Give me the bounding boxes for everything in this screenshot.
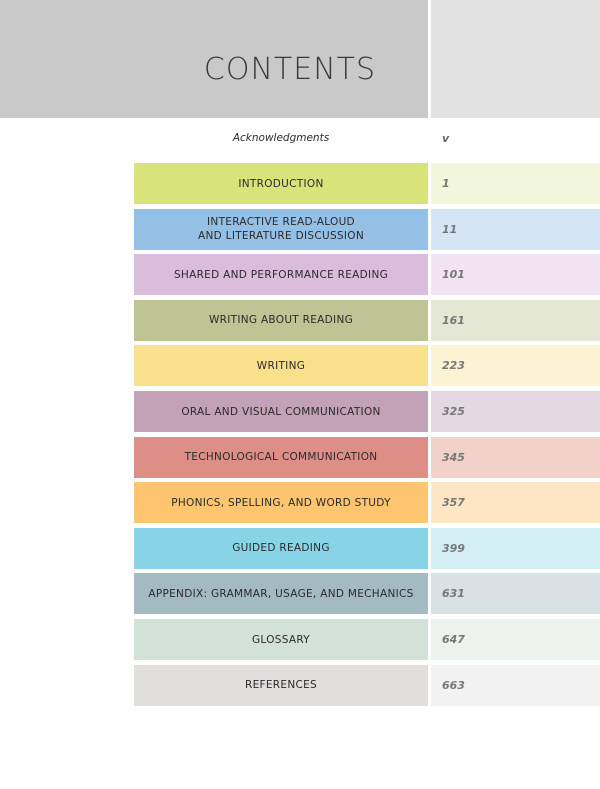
header-right-band xyxy=(431,0,600,118)
toc-entry-label[interactable]: WRITING xyxy=(134,345,428,387)
toc-entry-label[interactable]: APPENDIX: GRAMMAR, USAGE, AND MECHANICS xyxy=(134,573,428,615)
toc-entry-label[interactable]: INTERACTIVE READ-ALOUD AND LITERATURE DI… xyxy=(134,208,428,250)
toc-entry-label[interactable]: ORAL AND VISUAL COMMUNICATION xyxy=(134,391,428,432)
page-title-text: CONTENTS xyxy=(203,52,376,87)
toc-entry[interactable]: TECHNOLOGICAL COMMUNICATION 345 xyxy=(134,436,600,478)
toc-entry[interactable]: SHARED AND PERFORMANCE READING 101 xyxy=(134,254,600,296)
toc-entry-page: 663 xyxy=(431,664,600,706)
toc-entry-label[interactable]: SHARED AND PERFORMANCE READING xyxy=(134,254,428,296)
toc-entry[interactable]: APPENDIX: GRAMMAR, USAGE, AND MECHANICS 6… xyxy=(134,573,600,615)
toc-entry-page: 223 xyxy=(431,345,600,387)
toc-entry-page: 325 xyxy=(431,391,600,432)
toc-entry[interactable]: WRITING ABOUT READING 161 xyxy=(134,299,600,341)
toc-entry-page: 101 xyxy=(431,254,600,296)
toc-entry-page: 11 xyxy=(431,208,600,250)
toc-entry-label[interactable]: INTRODUCTION xyxy=(134,163,428,204)
toc-entry-label[interactable]: GLOSSARY xyxy=(134,619,428,660)
toc-entry-label[interactable]: WRITING ABOUT READING xyxy=(134,299,428,341)
toc-entry-acknowledgments[interactable]: Acknowledgments xyxy=(134,132,428,144)
toc-entry[interactable]: ORAL AND VISUAL COMMUNICATION 325 xyxy=(134,391,600,432)
toc-entry-page: 345 xyxy=(431,436,600,478)
toc-entry-page: 399 xyxy=(431,527,600,569)
toc-entry[interactable]: INTRODUCTION 1 xyxy=(134,163,600,204)
toc-entry-page: 647 xyxy=(431,619,600,660)
toc-entry[interactable]: WRITING 223 xyxy=(134,345,600,387)
toc-entry[interactable]: PHONICS, SPELLING, AND WORD STUDY 357 xyxy=(134,482,600,524)
toc-entry[interactable]: INTERACTIVE READ-ALOUD AND LITERATURE DI… xyxy=(134,208,600,250)
toc-entry-page: 631 xyxy=(431,573,600,615)
toc-entry-label[interactable]: REFERENCES xyxy=(134,664,428,706)
toc-entry-label[interactable]: GUIDED READING xyxy=(134,527,428,569)
toc-entry-label[interactable]: PHONICS, SPELLING, AND WORD STUDY xyxy=(134,482,428,524)
toc-entry-page: 161 xyxy=(431,299,600,341)
toc-entry-page: 357 xyxy=(431,482,600,524)
toc-entry[interactable]: GUIDED READING 399 xyxy=(134,527,600,569)
toc-entry[interactable]: REFERENCES 663 xyxy=(134,664,600,706)
toc-entry-label[interactable]: TECHNOLOGICAL COMMUNICATION xyxy=(134,436,428,478)
toc-entry-page: 1 xyxy=(431,163,600,204)
toc-entry[interactable]: GLOSSARY 647 xyxy=(134,619,600,660)
toc-page-acknowledgments: v xyxy=(442,132,450,145)
